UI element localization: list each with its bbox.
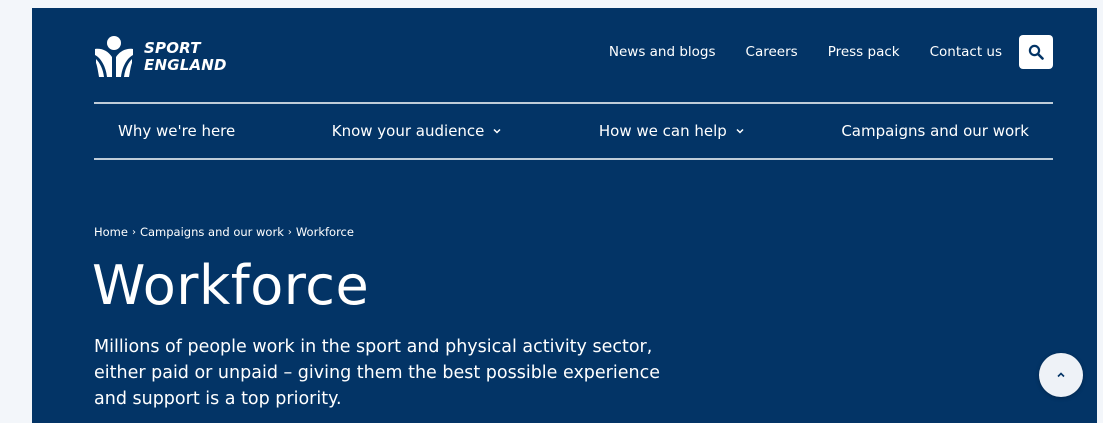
page-title: Workforce	[92, 254, 370, 317]
nav-item-label: How we can help	[598, 122, 727, 140]
logo-line-2: ENGLAND	[144, 56, 227, 74]
nav-divider-bottom	[94, 158, 1053, 160]
back-to-top-button[interactable]	[1039, 353, 1083, 397]
breadcrumb-home[interactable]: Home	[94, 225, 128, 239]
chevron-up-icon	[1057, 372, 1065, 378]
nav-item-label: Campaigns and our work	[841, 122, 1029, 140]
page-header-hero: SPORT ENGLAND News and blogs Careers Pre…	[32, 8, 1097, 423]
breadcrumb-current: Workforce	[295, 225, 354, 239]
util-link-press-pack[interactable]: Press pack	[828, 35, 900, 69]
sport-england-logo-icon	[95, 36, 133, 77]
chevron-down-icon	[736, 128, 744, 134]
logo-line-1: SPORT	[144, 39, 201, 57]
intro-line: and support is a top priority.	[94, 389, 342, 409]
nav-item-know-your-audience[interactable]: Know your audience	[332, 122, 503, 140]
breadcrumb-separator: ›	[131, 226, 136, 238]
logo-wordmark: SPORT ENGLAND	[144, 40, 227, 74]
search-button[interactable]	[1019, 35, 1053, 69]
util-link-careers[interactable]: Careers	[746, 35, 798, 69]
util-link-news-and-blogs[interactable]: News and blogs	[609, 35, 716, 69]
nav-item-campaigns-and-our-work[interactable]: Campaigns and our work	[841, 122, 1029, 140]
breadcrumb: Home › Campaigns and our work › Workforc…	[94, 225, 354, 239]
util-link-contact-us[interactable]: Contact us	[930, 35, 1002, 69]
nav-item-label: Why we're here	[118, 122, 236, 140]
intro-line: Millions of people work in the sport and…	[94, 337, 653, 357]
search-icon	[1028, 44, 1044, 60]
utility-nav: News and blogs Careers Press pack Contac…	[609, 35, 1053, 69]
nav-item-label: Know your audience	[331, 122, 485, 140]
nav-item-how-we-can-help[interactable]: How we can help	[599, 122, 745, 140]
intro-line: either paid or unpaid – giving them the …	[94, 363, 660, 383]
main-nav: Why we're here Know your audience How we…	[94, 104, 1053, 158]
breadcrumb-separator: ›	[287, 226, 292, 238]
chevron-down-icon	[493, 128, 501, 134]
breadcrumb-campaigns[interactable]: Campaigns and our work	[140, 225, 284, 239]
sport-england-logo[interactable]: SPORT ENGLAND	[94, 35, 227, 79]
intro-text: Millions of people work in the sport and…	[94, 334, 734, 412]
nav-item-why-were-here[interactable]: Why we're here	[118, 122, 235, 140]
